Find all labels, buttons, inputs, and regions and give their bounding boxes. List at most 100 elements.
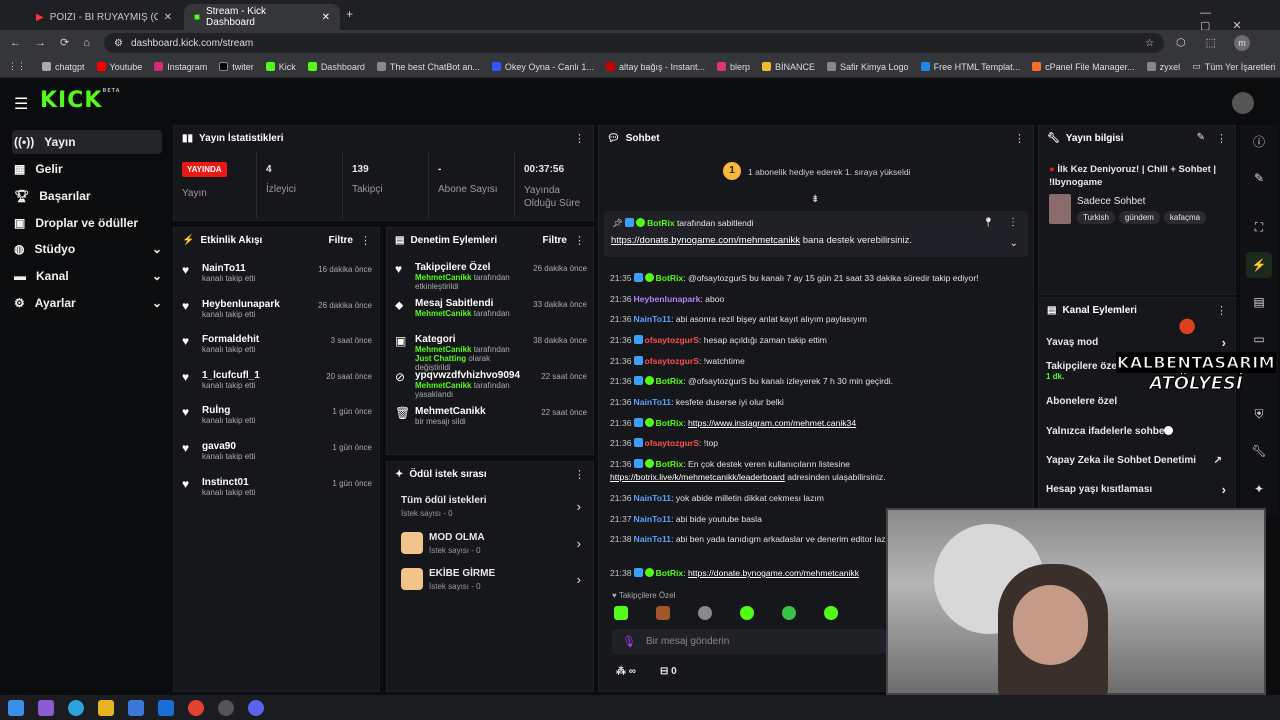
- activity-item[interactable]: ♥ gava90 kanalı takip etti 1 gün önce: [182, 441, 372, 461]
- activity-user[interactable]: gava90: [202, 441, 255, 452]
- bookmark-blerp[interactable]: blerp: [717, 62, 750, 72]
- chat-username[interactable]: BotRix: [656, 376, 684, 386]
- moderation-actor[interactable]: MehmetCanikk: [415, 273, 471, 282]
- new-tab-icon[interactable]: +: [346, 7, 353, 21]
- bookmark-chatgpt[interactable]: chatgpt: [42, 62, 85, 72]
- obs-icon[interactable]: [218, 699, 234, 716]
- sidebar-item-yayin[interactable]: ((•)) Yayın: [12, 130, 162, 154]
- activity-item[interactable]: ♥ Formaldehit kanalı takip etti 3 saat önce: [182, 334, 372, 354]
- pinned-link[interactable]: https://donate.bynogame.com/mehmetcanikk: [611, 235, 800, 246]
- gifts-display[interactable]: ⊟ 0: [660, 666, 677, 677]
- chat-username[interactable]: NainTo11: [634, 534, 672, 544]
- bookmark-html[interactable]: Free HTML Templat...: [920, 62, 1020, 72]
- chevron-down-icon[interactable]: ⌄: [1010, 238, 1018, 249]
- emote-icon[interactable]: [614, 606, 628, 620]
- bookmark-dashboard[interactable]: Dashboard: [307, 62, 365, 72]
- pinned-user[interactable]: BotRix: [647, 218, 674, 228]
- bookmark-safir[interactable]: Safir Kimya Logo: [827, 62, 909, 72]
- reward-ekibe-girme[interactable]: EKİBE GİRME İstek sayısı - 0 ›: [401, 568, 581, 591]
- chat-link[interactable]: https://botrix.live/k/mehmetcanikk/leade…: [610, 472, 785, 482]
- chat-username[interactable]: NainTo11: [634, 493, 672, 503]
- copilot-icon[interactable]: [38, 699, 54, 716]
- tag[interactable]: Turkish: [1077, 211, 1115, 224]
- chat-bubble-icon[interactable]: ▭: [1246, 326, 1272, 352]
- all-bookmarks[interactable]: ▭ Tüm Yer İşaretleri: [1192, 61, 1275, 72]
- kick-logo[interactable]: KICKBETA: [40, 88, 121, 113]
- moderation-actor[interactable]: MehmetCanikk: [415, 381, 471, 390]
- activity-item[interactable]: ♥ Ruİng kanalı takip etti 1 gün önce: [182, 405, 372, 425]
- more-icon[interactable]: ⋮: [1216, 304, 1227, 317]
- account-age-row[interactable]: Hesap yaşı kısıtlaması ›: [1046, 482, 1230, 497]
- slow-mode-row[interactable]: Yavaş mod ›: [1046, 335, 1230, 350]
- chat-link[interactable]: https://www.instagram.com/mehmet.canik34: [688, 418, 856, 428]
- edit-icon[interactable]: ✎: [1197, 132, 1205, 143]
- edge-icon[interactable]: [68, 699, 84, 716]
- menu-icon[interactable]: ☰: [14, 94, 28, 114]
- moderation-item[interactable]: ⊘ ypqvwzdfvhizhvo9094 MehmetCanikk tarafın…: [395, 370, 587, 399]
- moderation-actor[interactable]: MehmetCanikk: [415, 309, 471, 318]
- tag[interactable]: gündem: [1118, 211, 1160, 224]
- emote-icon[interactable]: [740, 606, 754, 620]
- more-icon[interactable]: ⋮: [574, 468, 585, 481]
- discord-icon[interactable]: [248, 699, 264, 716]
- bookmark-instagram[interactable]: Instagram: [154, 62, 207, 72]
- filter-button[interactable]: Filtre: [329, 235, 353, 246]
- chat-username[interactable]: ofsaytozgurS: [645, 438, 699, 448]
- chat-link[interactable]: https://donate.bynogame.com/mehmetcanikk: [688, 568, 859, 578]
- more-icon[interactable]: ⋮: [574, 132, 585, 145]
- emote-icon[interactable]: [824, 606, 838, 620]
- moderation-actor[interactable]: MehmetCanikk: [415, 345, 471, 354]
- bookmark-okey[interactable]: Okey Oyna - Canlı 1...: [491, 62, 594, 72]
- document-icon[interactable]: ▤: [1246, 289, 1272, 315]
- activity-user[interactable]: 1_lcufcufl_1: [202, 370, 260, 381]
- bookmark-chatbot[interactable]: The best ChatBot an...: [376, 62, 480, 72]
- chat-username[interactable]: NainTo11: [634, 314, 672, 324]
- tab-kick[interactable]: ■ Stream - Kick Dashboard ✕: [184, 4, 340, 30]
- tab-youtube[interactable]: ▶ POIZI - Bİ RÜYAYMIŞ (Offical M ✕: [26, 4, 182, 30]
- bookmark-binance[interactable]: BİNANCE: [762, 62, 815, 72]
- activity-item[interactable]: ♥ 1_lcufcufl_1 kanalı takip etti 20 saat ön…: [182, 370, 372, 390]
- category-thumbnail[interactable]: [1049, 194, 1071, 224]
- close-icon[interactable]: ✕: [322, 12, 330, 23]
- bolt-icon[interactable]: ⚡: [1246, 252, 1272, 278]
- chat-username[interactable]: BotRix: [656, 568, 684, 578]
- chat-username[interactable]: ofsaytozgurS: [645, 335, 699, 345]
- moderation-item[interactable]: ▣ Kategori MehmetCanikk tarafından Just Ch…: [395, 334, 587, 372]
- bookmark-cpanel[interactable]: cPanel File Manager...: [1032, 62, 1135, 72]
- unpin-icon[interactable]: 📍︎: [983, 217, 994, 228]
- emote-icon[interactable]: [782, 606, 796, 620]
- category-name[interactable]: Sadece Sohbet: [1077, 196, 1145, 207]
- chat-username[interactable]: Heybenlunapark: [634, 294, 701, 304]
- info-icon[interactable]: ⓘ: [1246, 128, 1272, 154]
- collapse-icon[interactable]: ⇟: [811, 194, 819, 205]
- url-input[interactable]: ⚙ dashboard.kick.com/stream ☆: [104, 33, 1164, 53]
- more-icon[interactable]: ⋮: [1216, 132, 1227, 145]
- user-avatar[interactable]: [1232, 92, 1254, 114]
- more-icon[interactable]: ⋮: [574, 234, 585, 247]
- profile-avatar[interactable]: m: [1234, 35, 1250, 51]
- emote-row[interactable]: [614, 606, 838, 620]
- emote-icon[interactable]: [656, 606, 670, 620]
- sidebar-item-studyo[interactable]: ◍ Stüdyo ⌄: [12, 237, 162, 261]
- chat-username[interactable]: ofsaytozgurS: [645, 356, 699, 366]
- filter-button[interactable]: Filtre: [543, 235, 567, 246]
- mic-icon[interactable]: 🎙︎: [622, 635, 636, 648]
- star-icon[interactable]: ☆: [1145, 38, 1154, 49]
- explorer-icon[interactable]: [98, 699, 114, 716]
- sidebar-item-ayarlar[interactable]: ⚙ Ayarlar ⌄: [12, 291, 162, 315]
- moderation-item[interactable]: ⬥ Mesaj Sabitlendi MehmetCanikk tarafından…: [395, 298, 587, 318]
- sidebar-item-kanal[interactable]: ▬ Kanal ⌄: [12, 264, 162, 288]
- more-icon[interactable]: ⋮: [1014, 132, 1025, 145]
- chat-username[interactable]: BotRix: [656, 273, 684, 283]
- more-icon[interactable]: ⋮: [1008, 217, 1018, 228]
- bookmark-youtube[interactable]: Youtube: [96, 62, 142, 72]
- bookmark-kick[interactable]: Kick: [265, 62, 296, 72]
- window-controls[interactable]: —▢✕: [1200, 7, 1280, 32]
- bookmark-zyxel[interactable]: zyxel: [1146, 62, 1180, 72]
- emote-icon[interactable]: [698, 606, 712, 620]
- activity-item[interactable]: ♥ Instinct01 kanalı takip etti 1 gün önce: [182, 477, 372, 497]
- sidebar-item-basarilar[interactable]: 🏆︎ Başarılar: [12, 184, 162, 208]
- activity-item[interactable]: ♥ Heybenlunapark kanalı takip etti 26 dakik…: [182, 299, 372, 319]
- activity-user[interactable]: Heybenlunapark: [202, 299, 280, 310]
- more-icon[interactable]: ⋮: [360, 234, 371, 247]
